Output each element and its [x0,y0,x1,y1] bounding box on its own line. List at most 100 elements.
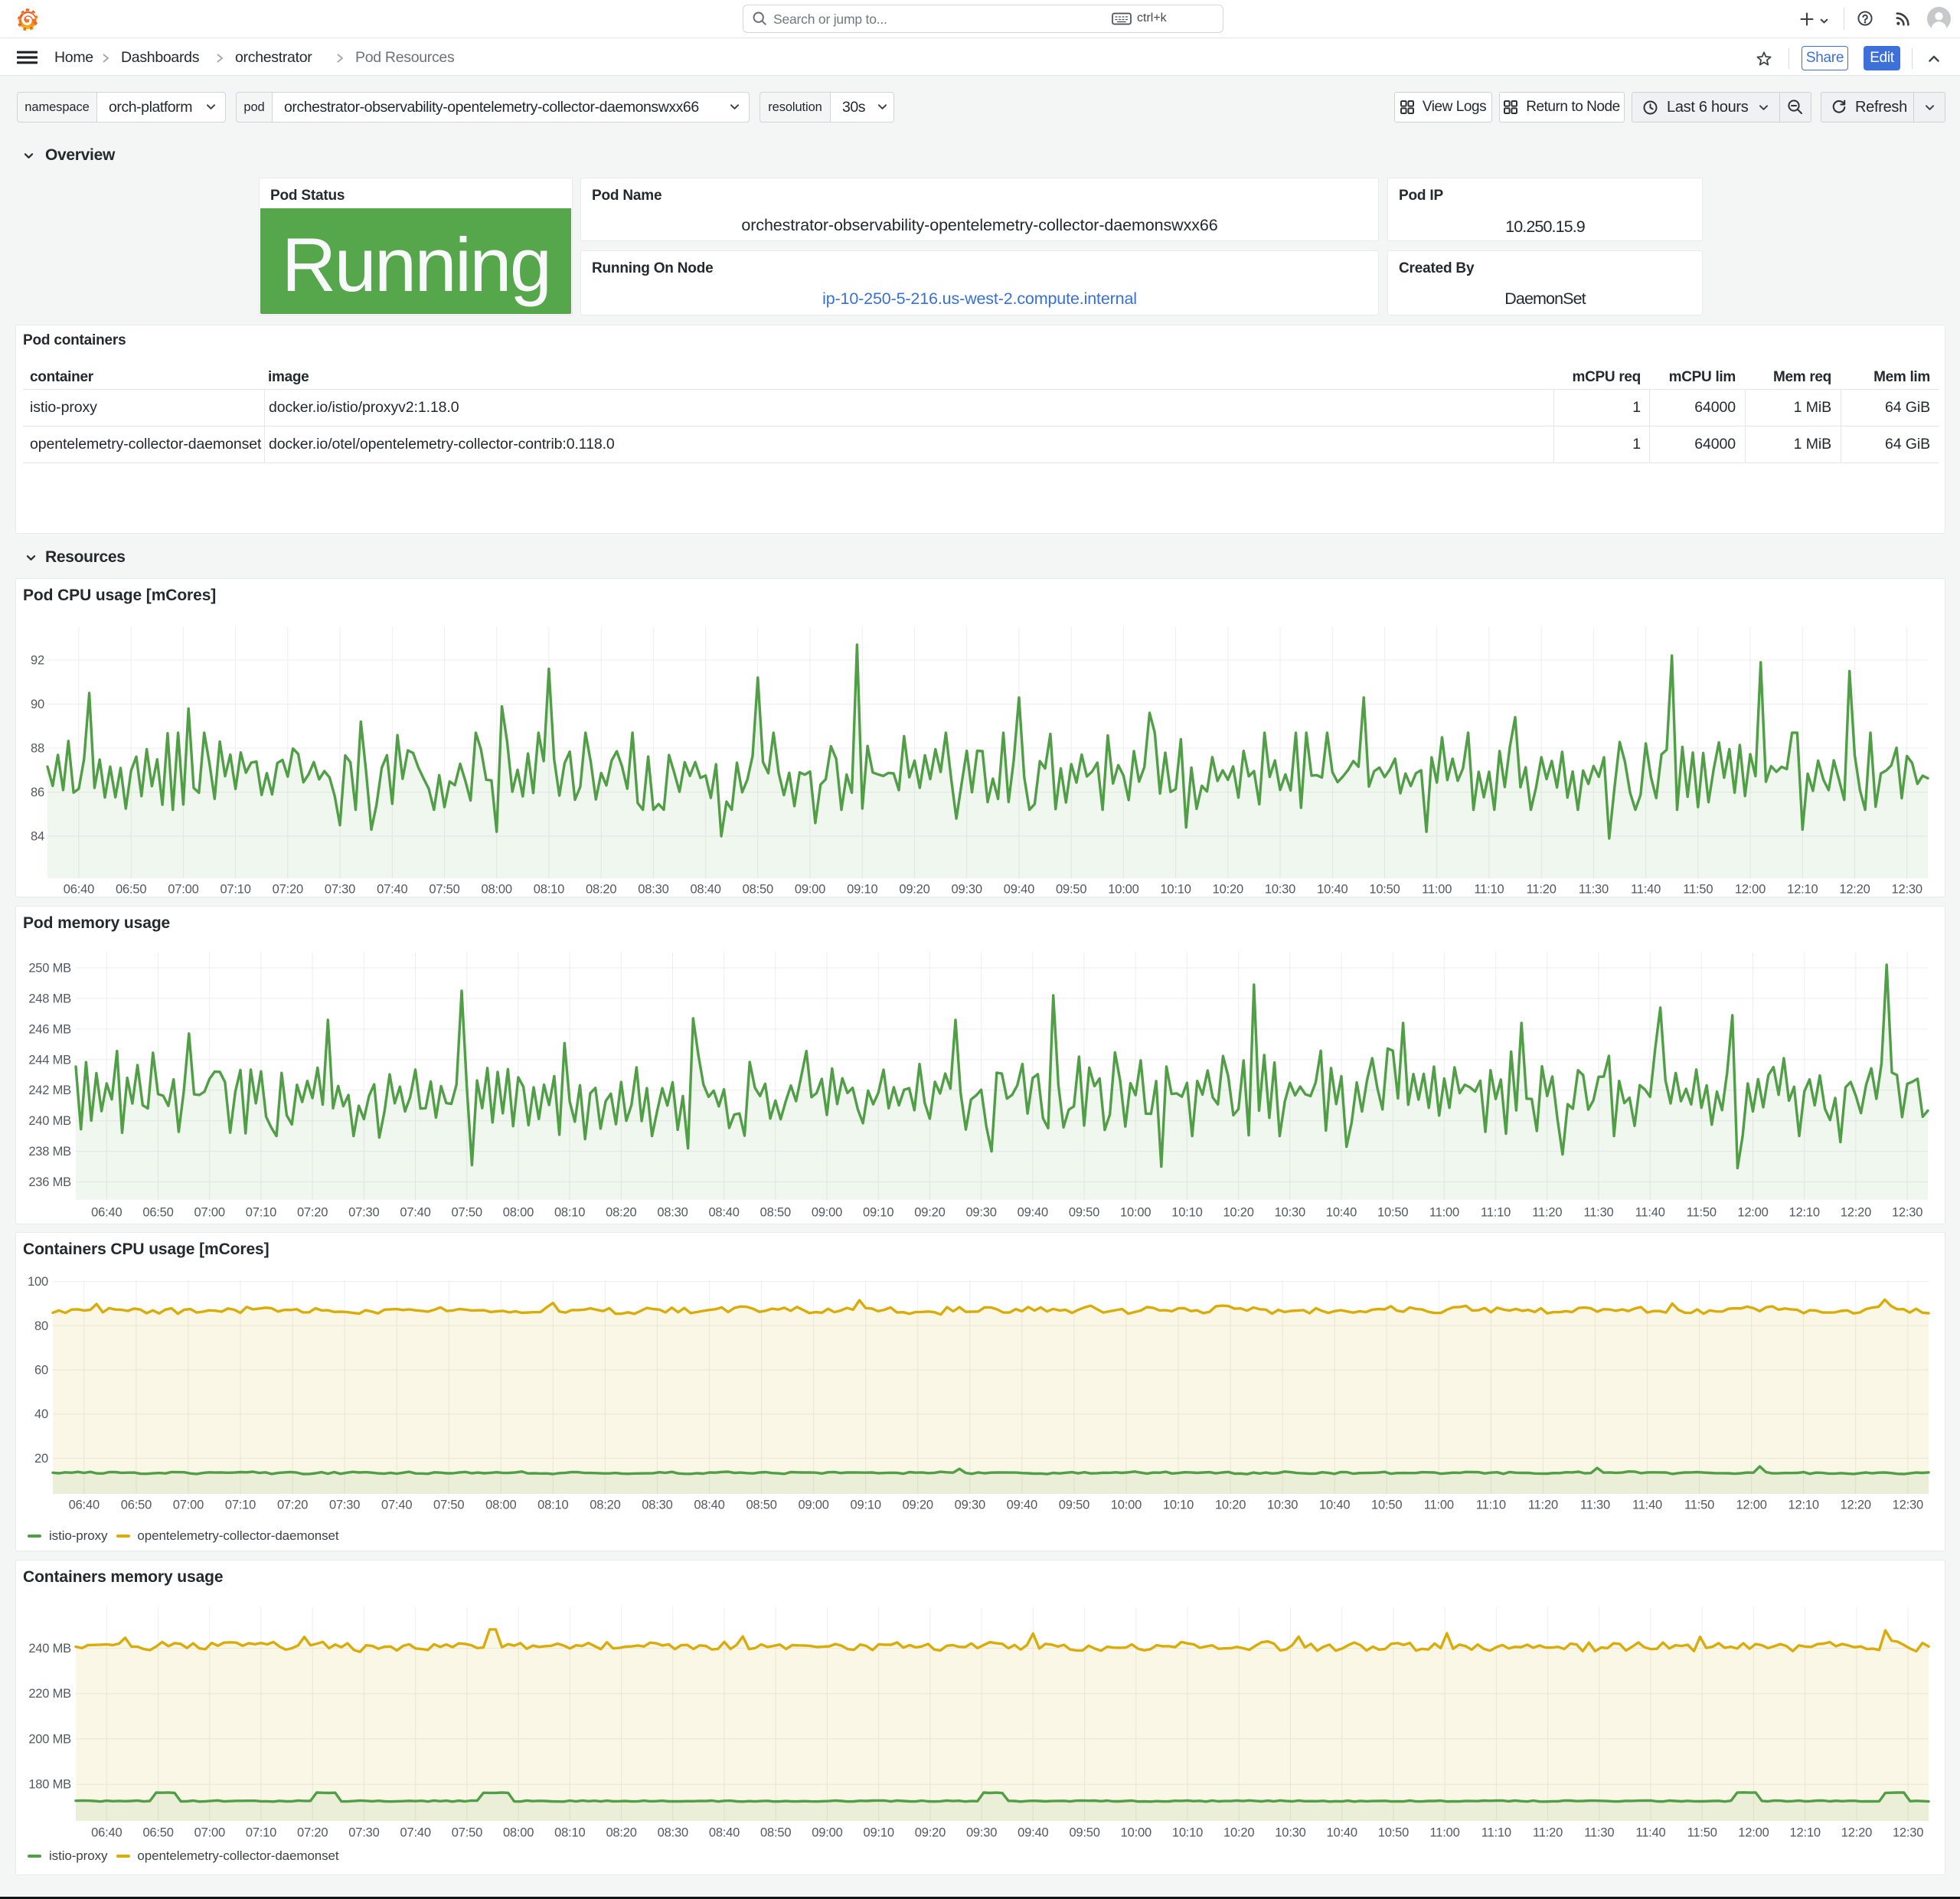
svg-text:07:50: 07:50 [452,1206,482,1220]
svg-text:180 MB: 180 MB [28,1778,71,1792]
svg-text:220 MB: 220 MB [28,1687,71,1701]
svg-text:11:30: 11:30 [1584,1826,1614,1840]
svg-text:10:50: 10:50 [1369,883,1400,897]
svg-text:08:50: 08:50 [746,1499,776,1512]
svg-text:08:00: 08:00 [482,883,512,897]
svg-text:10:20: 10:20 [1213,883,1243,897]
svg-text:80: 80 [34,1319,48,1333]
svg-text:246 MB: 246 MB [28,1022,71,1036]
svg-text:09:40: 09:40 [1007,1499,1037,1512]
svg-text:11:50: 11:50 [1683,883,1713,897]
svg-text:07:50: 07:50 [433,1499,464,1512]
svg-text:08:00: 08:00 [503,1826,534,1840]
svg-text:10:20: 10:20 [1215,1499,1246,1512]
svg-text:09:40: 09:40 [1018,1206,1048,1220]
svg-text:09:50: 09:50 [1059,1499,1089,1512]
svg-text:08:30: 08:30 [658,1826,688,1840]
svg-text:12:30: 12:30 [1892,1206,1922,1220]
svg-text:09:50: 09:50 [1069,1826,1099,1840]
svg-text:10:10: 10:10 [1171,1206,1202,1220]
svg-text:11:10: 11:10 [1481,1206,1511,1220]
svg-text:11:40: 11:40 [1632,1499,1662,1512]
svg-text:11:00: 11:00 [1430,1826,1460,1840]
svg-text:238 MB: 238 MB [28,1145,71,1159]
svg-text:07:40: 07:40 [377,883,407,897]
svg-text:07:30: 07:30 [325,883,355,897]
svg-text:84: 84 [31,830,44,844]
svg-text:09:00: 09:00 [812,1206,842,1220]
svg-text:40: 40 [34,1407,48,1421]
svg-text:08:40: 08:40 [690,883,720,897]
svg-text:06:40: 06:40 [64,883,94,897]
svg-text:12:00: 12:00 [1736,1499,1766,1512]
svg-text:08:20: 08:20 [606,1206,636,1220]
svg-text:10:20: 10:20 [1223,1206,1253,1220]
svg-text:88: 88 [31,742,44,756]
svg-text:09:10: 09:10 [847,883,877,897]
svg-text:11:50: 11:50 [1684,1499,1714,1512]
svg-text:07:20: 07:20 [297,1826,328,1840]
svg-text:20: 20 [34,1452,48,1466]
svg-text:07:40: 07:40 [381,1499,412,1512]
svg-text:10:50: 10:50 [1371,1499,1402,1512]
svg-text:12:20: 12:20 [1841,1206,1871,1220]
svg-text:09:10: 09:10 [863,1206,893,1220]
svg-text:07:30: 07:30 [348,1826,379,1840]
svg-text:06:40: 06:40 [91,1826,122,1840]
svg-text:10:50: 10:50 [1377,1206,1408,1220]
svg-text:08:20: 08:20 [606,1826,636,1840]
svg-text:08:40: 08:40 [708,1206,739,1220]
svg-text:12:30: 12:30 [1892,883,1922,897]
svg-text:09:10: 09:10 [851,1499,881,1512]
svg-text:12:10: 12:10 [1788,1499,1819,1512]
svg-text:11:20: 11:20 [1528,1499,1558,1512]
svg-text:200 MB: 200 MB [28,1732,71,1746]
svg-text:11:10: 11:10 [1476,1499,1506,1512]
svg-text:11:50: 11:50 [1687,1206,1717,1220]
svg-text:08:20: 08:20 [590,1499,620,1512]
svg-text:08:50: 08:50 [760,1206,791,1220]
svg-text:07:20: 07:20 [273,883,303,897]
svg-text:08:00: 08:00 [485,1499,516,1512]
svg-text:10:10: 10:10 [1160,883,1191,897]
svg-text:07:10: 07:10 [220,883,250,897]
svg-text:248 MB: 248 MB [28,992,71,1005]
svg-text:07:30: 07:30 [329,1499,360,1512]
svg-text:07:40: 07:40 [400,1206,430,1220]
svg-text:09:30: 09:30 [952,883,982,897]
svg-text:12:20: 12:20 [1841,1499,1871,1512]
svg-text:242 MB: 242 MB [28,1084,71,1097]
svg-text:12:30: 12:30 [1893,1826,1923,1840]
svg-text:09:40: 09:40 [1004,883,1034,897]
svg-text:08:50: 08:50 [743,883,773,897]
svg-text:60: 60 [34,1364,48,1378]
svg-text:07:40: 07:40 [400,1826,431,1840]
svg-text:12:10: 12:10 [1790,1826,1821,1840]
svg-text:92: 92 [31,654,44,668]
svg-text:08:10: 08:10 [554,1826,585,1840]
svg-text:08:10: 08:10 [537,1499,568,1512]
svg-text:10:30: 10:30 [1275,1206,1305,1220]
svg-text:09:00: 09:00 [798,1499,828,1512]
svg-text:10:40: 10:40 [1317,883,1348,897]
svg-text:11:20: 11:20 [1527,883,1557,897]
svg-text:12:30: 12:30 [1893,1499,1923,1512]
svg-text:240 MB: 240 MB [28,1114,71,1128]
svg-text:07:10: 07:10 [246,1826,276,1840]
svg-text:12:10: 12:10 [1787,883,1818,897]
svg-text:240 MB: 240 MB [28,1642,71,1655]
svg-text:08:20: 08:20 [586,883,616,897]
svg-text:11:10: 11:10 [1481,1826,1511,1840]
svg-text:09:00: 09:00 [795,883,825,897]
svg-text:07:50: 07:50 [452,1826,482,1840]
svg-text:06:50: 06:50 [142,1206,173,1220]
svg-text:10:30: 10:30 [1267,1499,1298,1512]
svg-text:12:20: 12:20 [1839,883,1870,897]
svg-text:10:50: 10:50 [1378,1826,1409,1840]
svg-text:07:00: 07:00 [194,1206,225,1220]
svg-text:07:20: 07:20 [297,1206,328,1220]
svg-text:11:30: 11:30 [1583,1206,1613,1220]
svg-text:09:10: 09:10 [864,1826,894,1840]
svg-text:11:00: 11:00 [1429,1206,1459,1220]
svg-text:90: 90 [31,698,44,711]
